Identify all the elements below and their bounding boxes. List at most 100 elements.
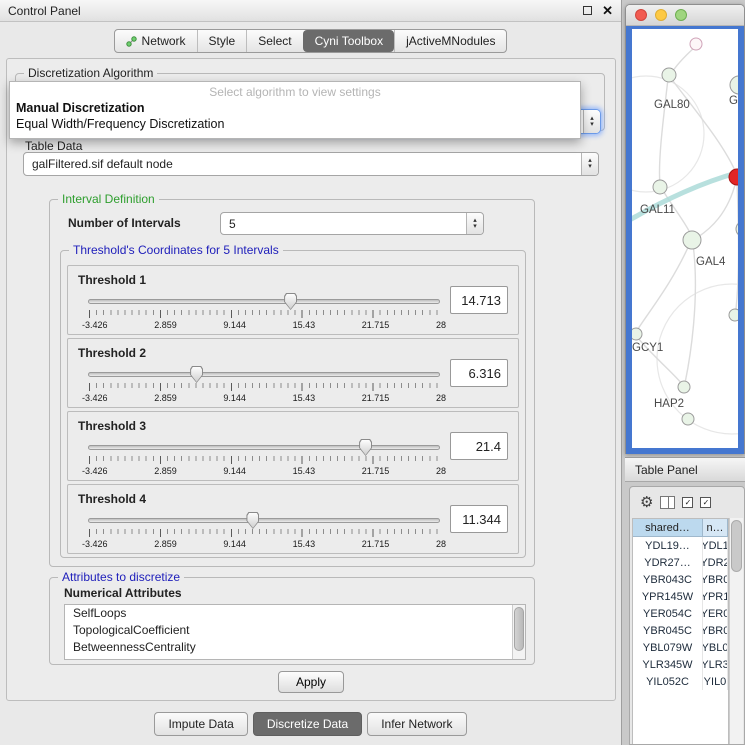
column-header-name[interactable]: n… [703, 519, 728, 537]
menu-item-equal-width-frequency[interactable]: Equal Width/Frequency Discretization [10, 116, 580, 132]
tab-discretize-data[interactable]: Discretize Data [253, 712, 362, 736]
scale-label: 21.715 [362, 466, 390, 476]
network-node[interactable] [662, 68, 676, 82]
tab-select[interactable]: Select [246, 30, 302, 52]
slider-track[interactable] [88, 372, 440, 377]
table-cell[interactable]: YDL1 [703, 537, 728, 554]
network-node[interactable] [683, 231, 701, 249]
table-cell[interactable]: YLR345W [633, 656, 703, 673]
tab-network[interactable]: Network [115, 30, 197, 52]
network-node[interactable] [690, 38, 702, 50]
interval-definition-group: Interval Definition Number of Intervals … [49, 199, 535, 567]
threshold-1-slider[interactable]: -3.4262.8599.14415.4321.71528 [88, 292, 440, 332]
minimize-traffic-light-icon[interactable] [655, 9, 667, 21]
table-row[interactable]: YBL079WYBL0 [633, 639, 728, 656]
table-cell[interactable]: YBL0 [703, 639, 728, 656]
gear-icon[interactable]: ⚙ [640, 493, 653, 511]
close-icon[interactable]: ✕ [602, 3, 613, 19]
columns-icon[interactable] [660, 496, 675, 509]
table-cell[interactable]: YER0 [703, 605, 728, 622]
tab-infer-network[interactable]: Infer Network [367, 712, 466, 736]
slider-track[interactable] [88, 445, 440, 450]
slider-thumb[interactable] [246, 512, 259, 529]
table-row[interactable]: YDL19…YDL1 [633, 537, 728, 554]
table-cell[interactable]: YPR145W [633, 588, 703, 605]
threshold-2-slider[interactable]: -3.4262.8599.14415.4321.71528 [88, 365, 440, 405]
combo-arrows-icon: ▴ ▾ [581, 153, 598, 175]
table-row[interactable]: YLR345WYLR3 [633, 656, 728, 673]
slider-thumb[interactable] [284, 293, 297, 310]
table-scrollbar[interactable] [729, 518, 743, 744]
scrollbar-thumb[interactable] [731, 520, 742, 572]
selected-node[interactable] [729, 169, 738, 185]
table-cell[interactable]: YIL0 [703, 673, 728, 690]
algorithm-dropdown-popup: Select algorithm to view settings Manual… [9, 81, 581, 139]
table-data-combobox[interactable]: galFiltered.sif default node ▴ ▾ [23, 152, 599, 176]
table-cell[interactable]: YBR0 [703, 622, 728, 639]
network-node[interactable] [729, 309, 738, 321]
table-row[interactable]: YDR27…YDR2 [633, 554, 728, 571]
table-row[interactable]: YIL052CYIL0 [633, 673, 728, 690]
slider-thumb[interactable] [190, 366, 203, 383]
scale-label: 15.43 [293, 320, 316, 330]
table-cell[interactable]: YBL079W [633, 639, 703, 656]
table-cell[interactable]: YPR1 [703, 588, 728, 605]
slider-track[interactable] [88, 518, 440, 523]
network-node[interactable] [682, 413, 694, 425]
network-node[interactable] [678, 381, 690, 393]
checkbox-icon[interactable]: ✓ [700, 497, 711, 508]
tab-cyni-toolbox[interactable]: Cyni Toolbox [303, 30, 394, 52]
table-cell[interactable]: YBR0 [703, 571, 728, 588]
tab-style[interactable]: Style [197, 30, 247, 52]
threshold-4-value-field[interactable]: 11.344 [450, 505, 508, 533]
threshold-3-value-field[interactable]: 21.4 [450, 432, 508, 460]
apply-button[interactable]: Apply [278, 671, 344, 693]
slider-scale: -3.4262.8599.14415.4321.71528 [82, 320, 446, 330]
list-item[interactable]: SelfLoops [65, 605, 525, 622]
table-cell[interactable]: YER054C [633, 605, 703, 622]
column-header-shared-name[interactable]: shared… [633, 519, 703, 537]
table-cell[interactable]: YLR3 [703, 656, 728, 673]
tab-jactivemnodules[interactable]: jActiveMNodules [394, 30, 506, 52]
zoom-traffic-light-icon[interactable] [675, 9, 687, 21]
threshold-3-slider[interactable]: -3.4262.8599.14415.4321.71528 [88, 438, 440, 478]
slider-ticks [89, 310, 439, 318]
network-view-window: GAL80 GA GAL11 GAL4 GCY1 HAP2 [625, 4, 745, 454]
node-label: HAP2 [654, 398, 684, 410]
threshold-4-slider[interactable]: -3.4262.8599.14415.4321.71528 [88, 511, 440, 551]
network-node[interactable] [632, 328, 642, 340]
float-window-icon[interactable] [583, 6, 592, 15]
scale-label: 9.144 [223, 320, 246, 330]
menu-item-manual-discretization[interactable]: Manual Discretization [10, 100, 580, 116]
table-row[interactable]: YBR043CYBR0 [633, 571, 728, 588]
slider-thumb[interactable] [359, 439, 372, 456]
slider-track[interactable] [88, 299, 440, 304]
table-row[interactable]: YPR145WYPR1 [633, 588, 728, 605]
table-toolbar: ⚙ ✓ ✓ [630, 487, 744, 517]
table-panel-title: Table Panel [635, 463, 698, 477]
list-item[interactable]: BetweennessCentrality [65, 639, 525, 656]
table-cell[interactable]: YDL19… [633, 537, 703, 554]
table-cell[interactable]: YIL052C [633, 673, 703, 690]
scrollbar-thumb[interactable] [514, 607, 524, 651]
control-panel: Control Panel ✕ Network Style Select Cyn… [0, 0, 622, 745]
table-row[interactable]: YER054CYER0 [633, 605, 728, 622]
number-of-intervals-combobox[interactable]: 5 ▴ ▾ [220, 212, 484, 235]
close-traffic-light-icon[interactable] [635, 9, 647, 21]
table-cell[interactable]: YDR27… [633, 554, 703, 571]
threshold-2-value-field[interactable]: 6.316 [450, 359, 508, 387]
table-row[interactable]: YBR045CYBR0 [633, 622, 728, 639]
table-cell[interactable]: YDR2 [703, 554, 728, 571]
network-canvas[interactable]: GAL80 GA GAL11 GAL4 GCY1 HAP2 [632, 29, 738, 448]
network-node[interactable] [736, 221, 738, 237]
table-cell[interactable]: YBR045C [633, 622, 703, 639]
tab-impute-data[interactable]: Impute Data [154, 712, 247, 736]
network-node[interactable] [730, 76, 738, 94]
table-cell[interactable]: YBR043C [633, 571, 703, 588]
group-label: Attributes to discretize [58, 570, 184, 584]
list-scrollbar[interactable] [512, 605, 525, 659]
network-node[interactable] [653, 180, 667, 194]
list-item[interactable]: TopologicalCoefficient [65, 622, 525, 639]
threshold-1-value-field[interactable]: 14.713 [450, 286, 508, 314]
checkbox-icon[interactable]: ✓ [682, 497, 693, 508]
